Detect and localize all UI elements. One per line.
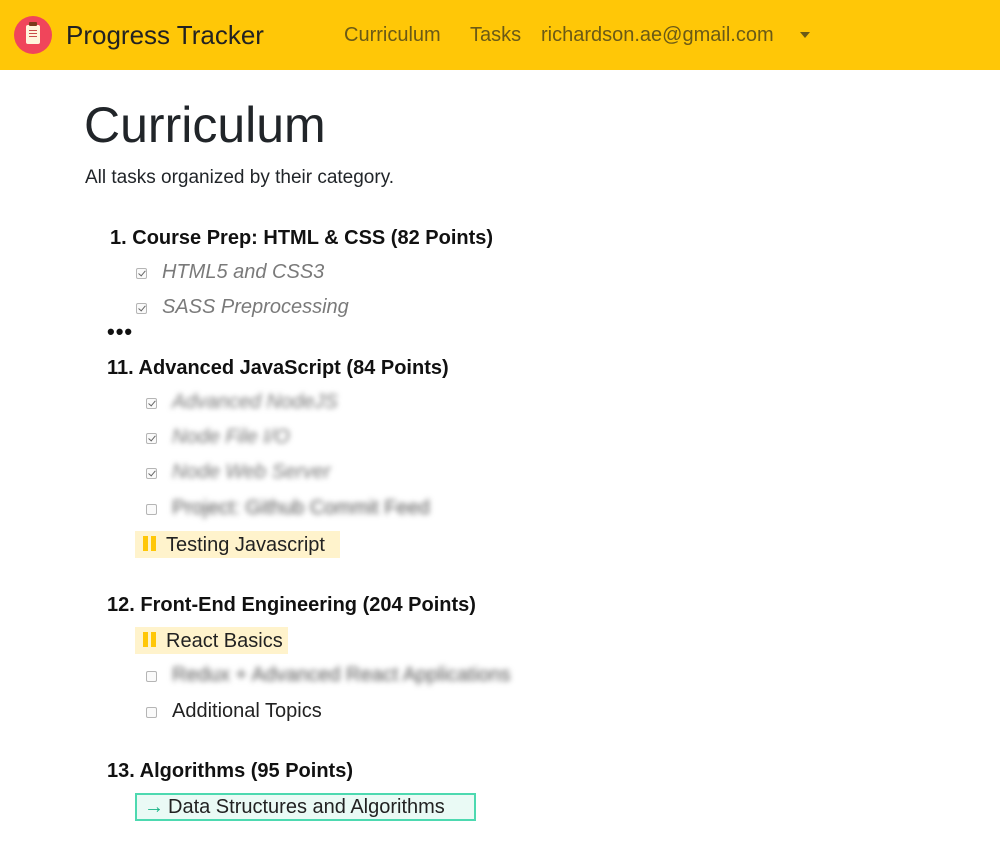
category-heading: 13. Algorithms (95 Points) [107, 759, 353, 783]
category-number: 12. [107, 594, 135, 616]
task-label[interactable]: SASS Preprocessing [162, 295, 349, 319]
nav-link-curriculum[interactable]: Curriculum [344, 23, 441, 47]
category-heading: 11. Advanced JavaScript (84 Points) [107, 356, 449, 380]
task-checkbox[interactable] [146, 433, 157, 444]
task-label[interactable]: Redux + Advanced React Applications [172, 663, 511, 687]
category-title: Front-End Engineering (204 Points) [140, 594, 476, 616]
task-in-progress[interactable]: Testing Javascript [135, 531, 340, 558]
page-title: Curriculum [84, 97, 326, 153]
task-checkbox[interactable] [146, 707, 157, 718]
navbar: Progress Tracker Curriculum Tasks richar… [0, 0, 1000, 70]
task-label[interactable]: Node Web Server [172, 460, 331, 484]
task-label[interactable]: Advanced NodeJS [172, 390, 338, 414]
category-number: 1. [110, 227, 127, 249]
pause-icon [143, 632, 157, 647]
category-title: Algorithms (95 Points) [139, 760, 353, 782]
task-checkbox[interactable] [136, 303, 147, 314]
category-number: 13. [107, 760, 135, 782]
task-label[interactable]: Project: Github Commit Feed [172, 496, 430, 520]
task-label[interactable]: Additional Topics [172, 699, 322, 723]
page-subtitle: All tasks organized by their category. [85, 167, 395, 188]
task-in-progress[interactable]: React Basics [135, 627, 288, 654]
arrow-right-icon: → [144, 796, 164, 818]
task-checkbox[interactable] [146, 671, 157, 682]
category-title: Course Prep: HTML & CSS (82 Points) [132, 227, 494, 249]
task-next-up[interactable]: → Data Structures and Algorithms [135, 793, 476, 821]
task-label: Testing Javascript [166, 534, 325, 556]
task-label[interactable]: HTML5 and CSS3 [162, 260, 324, 284]
category-number: 11. [107, 357, 134, 379]
task-label: React Basics [166, 630, 283, 652]
task-checkbox[interactable] [146, 398, 157, 409]
pause-icon [143, 536, 157, 551]
task-checkbox[interactable] [146, 468, 157, 479]
brand-title[interactable]: Progress Tracker [66, 19, 264, 51]
collapsed-categories-ellipsis: ••• [107, 319, 134, 344]
clipboard-icon[interactable] [14, 16, 52, 54]
nav-link-tasks[interactable]: Tasks [470, 23, 521, 47]
task-label[interactable]: Node File I/O [172, 425, 290, 449]
category-title: Advanced JavaScript (84 Points) [138, 357, 449, 379]
caret-down-icon[interactable] [800, 32, 810, 38]
task-label: Data Structures and Algorithms [168, 796, 445, 818]
category-heading: 12. Front-End Engineering (204 Points) [107, 593, 476, 617]
category-heading: 1. Course Prep: HTML & CSS (82 Points) [110, 226, 493, 250]
task-checkbox[interactable] [136, 268, 147, 279]
task-checkbox[interactable] [146, 504, 157, 515]
user-menu-toggle[interactable]: richardson.ae@gmail.com [541, 23, 774, 47]
